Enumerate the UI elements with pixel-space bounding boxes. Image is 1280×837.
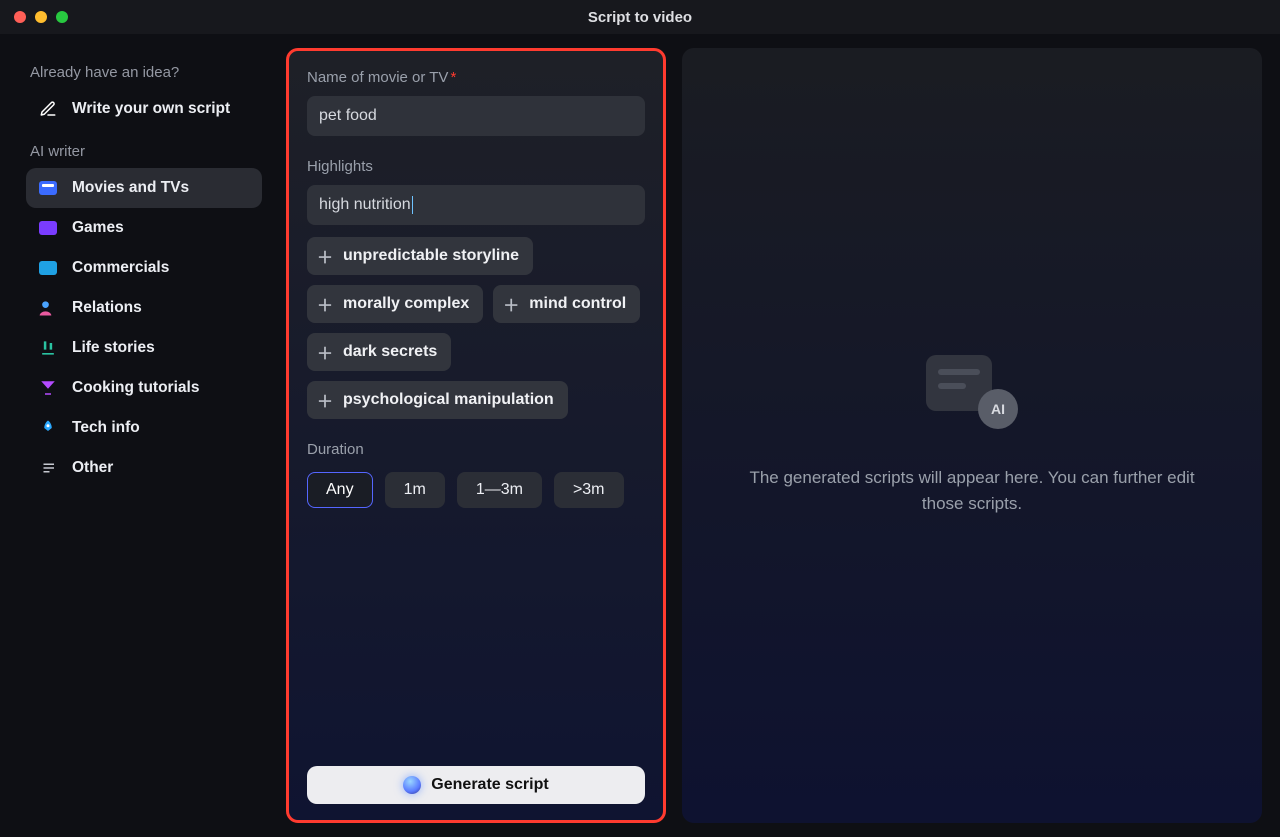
chip-label: morally complex [343,295,469,313]
duration-option-1m[interactable]: 1m [385,472,445,508]
suggestion-chip[interactable]: ＋ dark secrets [307,333,451,371]
sidebar-item-label: Life stories [72,339,155,357]
sidebar-item-label: Cooking tutorials [72,379,199,397]
chip-label: dark secrets [343,343,437,361]
generate-button-label: Generate script [431,776,548,794]
cocktail-icon [38,378,58,398]
sidebar-item-other[interactable]: Other [26,448,262,488]
titlebar: Script to video [0,0,1280,34]
ai-orb-icon [403,776,421,794]
pencil-icon [38,99,58,119]
fullscreen-window-button[interactable] [56,11,68,23]
required-asterisk: * [450,69,456,86]
plus-icon: ＋ [503,296,519,312]
sidebar-item-commercials[interactable]: Commercials [26,248,262,288]
generate-script-button[interactable]: Generate script [307,766,645,804]
window-controls [14,11,68,23]
sidebar-heading-ai: AI writer [30,143,262,160]
highlights-label: Highlights [307,158,645,175]
sidebar-item-label: Movies and TVs [72,179,189,197]
sidebar-item-life-stories[interactable]: Life stories [26,328,262,368]
sidebar-item-movies[interactable]: Movies and TVs [26,168,262,208]
duration-options: Any 1m 1—3m >3m [307,472,645,508]
highlights-input-value: high nutrition [319,196,411,214]
chip-label: mind control [529,295,626,313]
output-panel: AI The generated scripts will appear her… [682,48,1262,823]
highlights-input[interactable]: high nutrition [307,185,645,225]
plus-icon: ＋ [317,296,333,312]
minimize-window-button[interactable] [35,11,47,23]
write-own-script[interactable]: Write your own script [26,89,262,129]
suggestion-chip[interactable]: ＋ psychological manipulation [307,381,568,419]
gamepad-icon [38,218,58,238]
close-window-button[interactable] [14,11,26,23]
sidebar-item-label: Relations [72,299,142,317]
name-field-label-text: Name of movie or TV [307,69,448,86]
sidebar-item-games[interactable]: Games [26,208,262,248]
window-title: Script to video [0,9,1280,26]
sidebar-item-label: Games [72,219,124,237]
sidebar: Already have an idea? Write your own scr… [10,48,270,823]
duration-option-1-3m[interactable]: 1—3m [457,472,542,508]
sidebar-heading-idea: Already have an idea? [30,64,262,81]
duration-option-3m[interactable]: >3m [554,472,624,508]
suggestion-chip[interactable]: ＋ unpredictable storyline [307,237,533,275]
plus-icon: ＋ [317,392,333,408]
people-icon [38,298,58,318]
plus-icon: ＋ [317,344,333,360]
rocket-icon [38,418,58,438]
sidebar-item-relations[interactable]: Relations [26,288,262,328]
script-form-panel: Name of movie or TV* Highlights high nut… [286,48,666,823]
sidebar-item-tech[interactable]: Tech info [26,408,262,448]
sidebar-item-label: Tech info [72,419,140,437]
plus-icon: ＋ [317,248,333,264]
suggestion-chip[interactable]: ＋ mind control [493,285,640,323]
output-placeholder-text: The generated scripts will appear here. … [742,465,1202,516]
ad-icon [38,258,58,278]
movie-name-input[interactable] [307,96,645,136]
sidebar-item-label: Commercials [72,259,169,277]
sidebar-item-label: Write your own script [72,100,230,118]
sidebar-item-label: Other [72,459,113,477]
highlight-suggestions: ＋ unpredictable storyline ＋ morally comp… [307,237,645,419]
list-icon [38,458,58,478]
suggestion-chip[interactable]: ＋ morally complex [307,285,483,323]
chip-label: psychological manipulation [343,391,554,409]
reading-icon [38,338,58,358]
sidebar-item-cooking[interactable]: Cooking tutorials [26,368,262,408]
ai-badge-text: AI [991,401,1005,417]
clapper-icon [38,178,58,198]
duration-label: Duration [307,441,645,458]
ai-badge-icon: AI [978,389,1018,429]
empty-state-illustration: AI [926,355,1018,429]
name-field-label: Name of movie or TV* [307,69,645,86]
duration-option-any[interactable]: Any [307,472,373,508]
chip-label: unpredictable storyline [343,247,519,265]
